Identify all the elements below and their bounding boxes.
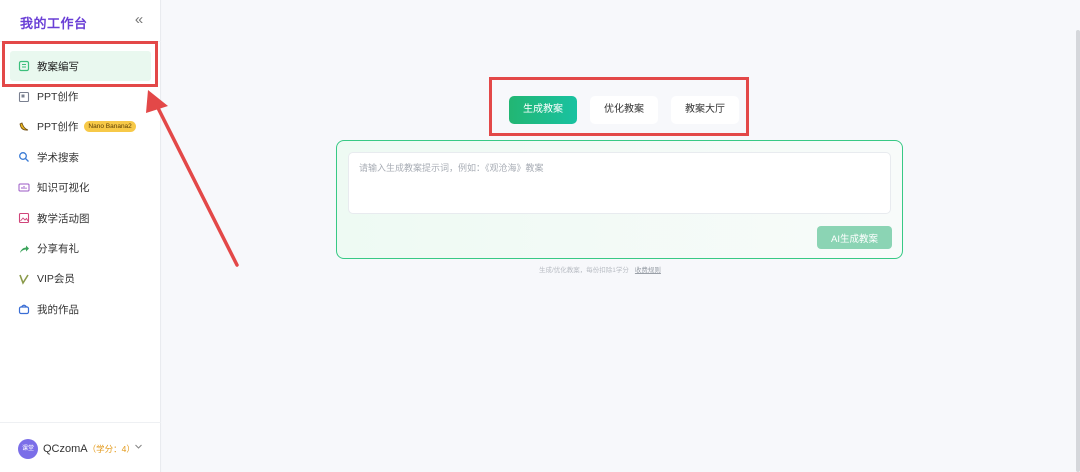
banana-icon xyxy=(18,121,30,133)
works-icon xyxy=(18,303,30,315)
user-points: （学分：4） xyxy=(87,444,135,454)
main-content: 生成教案 优化教案 教案大厅 AI生成教案 生成/优化教案，每份扣除1学分收费规… xyxy=(162,0,1080,472)
prompt-input[interactable] xyxy=(348,152,891,214)
slides-icon xyxy=(18,91,30,103)
sidebar-item-label: 知识可视化 xyxy=(37,182,90,195)
sidebar-item-label: 教案编写 xyxy=(37,60,79,73)
sidebar-title: 我的工作台 xyxy=(20,16,88,31)
sidebar-nav: 教案编写 PPT创作 PPT创作 Nano Banana2 学术搜索 知识可视化… xyxy=(0,51,161,325)
ai-generate-button[interactable]: AI生成教案 xyxy=(817,226,892,249)
user-name: QCzomA（学分：4） xyxy=(43,443,135,455)
nano-banana-badge: Nano Banana2 xyxy=(84,121,136,133)
sidebar-header: 我的工作台 « xyxy=(0,0,161,42)
image-icon xyxy=(18,212,30,224)
sidebar-item-share[interactable]: 分享有礼 xyxy=(0,233,161,263)
sidebar-item-ppt[interactable]: PPT创作 xyxy=(0,81,161,111)
chevron-down-icon[interactable] xyxy=(134,442,143,453)
sidebar: 我的工作台 « 教案编写 PPT创作 PPT创作 Nano Banana2 学术… xyxy=(0,0,161,472)
billing-hint-text: 生成/优化教案，每份扣除1学分 xyxy=(539,267,629,274)
avatar: 课堂 xyxy=(18,439,38,459)
user-profile[interactable]: 课堂 QCzomA（学分：4） xyxy=(0,422,161,472)
collapse-icon[interactable]: « xyxy=(131,12,147,28)
scrollbar[interactable] xyxy=(1076,30,1080,472)
sidebar-item-label: VIP会员 xyxy=(37,273,75,286)
user-name-text: QCzomA xyxy=(43,443,88,455)
lesson-icon xyxy=(18,60,30,72)
sidebar-item-academic-search[interactable]: 学术搜索 xyxy=(0,142,161,172)
sidebar-item-label: 教学活动图 xyxy=(37,212,90,225)
tab-lesson-hall[interactable]: 教案大厅 xyxy=(671,96,739,124)
search-icon xyxy=(18,151,30,163)
sidebar-item-knowledge-visual[interactable]: 知识可视化 xyxy=(0,173,161,203)
chart-icon xyxy=(18,182,30,194)
app-root: 我的工作台 « 教案编写 PPT创作 PPT创作 Nano Banana2 学术… xyxy=(0,0,1080,472)
sidebar-item-label: 分享有礼 xyxy=(37,243,79,256)
sidebar-item-label: PPT创作 xyxy=(37,121,79,134)
billing-rules-link[interactable]: 收费规则 xyxy=(635,267,661,274)
mode-tabs: 生成教案 优化教案 教案大厅 xyxy=(509,96,752,124)
vip-icon xyxy=(18,273,30,285)
sidebar-item-vip[interactable]: VIP会员 xyxy=(0,264,161,294)
billing-hint: 生成/优化教案，每份扣除1学分 收费规则 xyxy=(539,264,661,274)
share-icon xyxy=(18,243,30,255)
sidebar-item-my-works[interactable]: 我的作品 xyxy=(0,294,161,324)
sidebar-item-lesson-writing[interactable]: 教案编写 xyxy=(10,51,151,82)
sidebar-item-label: 学术搜索 xyxy=(37,151,79,164)
sidebar-item-label: PPT创作 xyxy=(37,91,79,104)
sidebar-item-ppt-banana[interactable]: PPT创作 Nano Banana2 xyxy=(0,112,161,142)
sidebar-item-teaching-activity[interactable]: 教学活动图 xyxy=(0,203,161,233)
sidebar-item-label: 我的作品 xyxy=(37,303,79,316)
prompt-card: AI生成教案 xyxy=(336,140,903,259)
tab-generate-lesson[interactable]: 生成教案 xyxy=(509,96,577,124)
tab-optimize-lesson[interactable]: 优化教案 xyxy=(590,96,658,124)
